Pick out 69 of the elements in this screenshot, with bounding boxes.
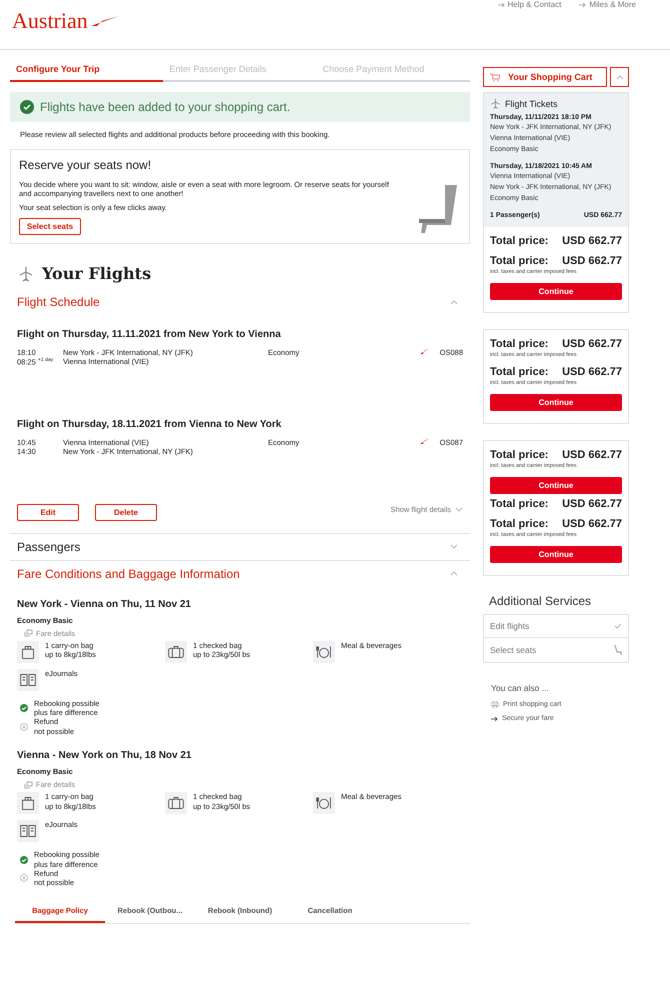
price-label: Total price: [490, 235, 548, 247]
printer-icon [491, 701, 499, 708]
flight-action-button[interactable]: Delete [95, 504, 157, 521]
price-label: Total price: [490, 498, 548, 510]
chevron-icon[interactable] [450, 544, 458, 550]
promo-title: Reserve your seats now! [19, 158, 152, 172]
price-amount: USD 662.77 [562, 338, 622, 350]
plate-cutlery-icon [313, 792, 335, 814]
leg-heading: Vienna - New York on Thu, 18 Nov 21 [17, 750, 192, 762]
price-label: Total price: [490, 449, 548, 461]
airplane-icon [18, 266, 34, 282]
arrow-icon [498, 2, 504, 8]
price-amount: USD 662.77 [562, 255, 622, 267]
cart-icon [490, 72, 500, 82]
airline-tail-icon [420, 348, 430, 354]
step-tab[interactable]: Configure Your Trip [10, 64, 164, 82]
bag-icon [17, 792, 39, 814]
flight-action-button[interactable]: Edit [17, 504, 79, 521]
section-heading: Your Flights [42, 264, 152, 284]
bag-icon [17, 640, 39, 663]
price-amount: USD 662.77 [562, 518, 622, 530]
continue-button[interactable]: Continue [490, 394, 622, 411]
services-heading: Additional Services [489, 594, 592, 608]
copy-icon [24, 780, 33, 789]
accordion-title[interactable]: Fare Conditions and Baggage Information [17, 566, 240, 581]
plate-cutlery-icon [313, 640, 335, 663]
accordion-title[interactable]: Flight Schedule [17, 295, 100, 310]
swoosh-icon [90, 15, 120, 27]
flight-heading: Flight on Thursday, 18.11.2021 from Vienna to New York [17, 418, 282, 430]
book-icon [17, 820, 39, 842]
price-amount: USD 662.77 [562, 366, 622, 378]
chevron-icon[interactable] [450, 571, 458, 576]
price-label: Total price: [490, 255, 548, 267]
price-label: Total price: [490, 518, 548, 530]
select-seats-button[interactable]: Select seats [19, 218, 81, 236]
continue-button[interactable]: Continue [490, 546, 622, 563]
price-amount: USD 662.77 [562, 498, 622, 510]
header-link[interactable]: Miles & More [589, 0, 636, 9]
success-message: Flights have been added to your shopping cart. [40, 100, 290, 114]
leg-heading: New York - Vienna on Thu, 11 Nov 21 [17, 598, 192, 610]
tickets-title: Flight Tickets [505, 98, 558, 108]
flight-heading: Flight on Thursday, 11.11.2021 from New York to Vienna [17, 329, 282, 340]
also-heading: You can also ... [491, 683, 550, 693]
suitcase-icon [165, 792, 187, 814]
airplane-icon [490, 98, 501, 109]
accordion-title[interactable]: Passengers [17, 540, 80, 554]
book-icon [17, 668, 39, 691]
shopping-cart-button[interactable]: Your Shopping Cart [483, 67, 607, 87]
arrow-icon [579, 2, 586, 8]
copy-icon [24, 629, 33, 638]
check-circle-icon [20, 100, 34, 114]
header-link[interactable]: Help & Contact [508, 0, 562, 9]
collapse-button[interactable] [610, 67, 629, 87]
continue-button[interactable]: Continue [490, 283, 622, 300]
check-icon [614, 623, 622, 629]
price-amount: USD 662.77 [562, 449, 622, 461]
airline-logo[interactable]: Austrian [12, 8, 88, 34]
airline-tail-icon [420, 438, 430, 444]
chevron-icon[interactable] [450, 300, 458, 305]
service-item[interactable]: Edit flights [490, 621, 530, 631]
suitcase-icon [165, 640, 187, 663]
price-label: Total price: [490, 338, 548, 350]
price-label: Total price: [490, 366, 548, 378]
chevron-icon[interactable] [455, 506, 463, 512]
arrow-icon [491, 716, 498, 722]
continue-button[interactable]: Continue [490, 477, 622, 494]
service-item[interactable]: Select seats [490, 645, 536, 655]
price-amount: USD 662.77 [562, 235, 622, 247]
seat-icon [614, 644, 622, 656]
